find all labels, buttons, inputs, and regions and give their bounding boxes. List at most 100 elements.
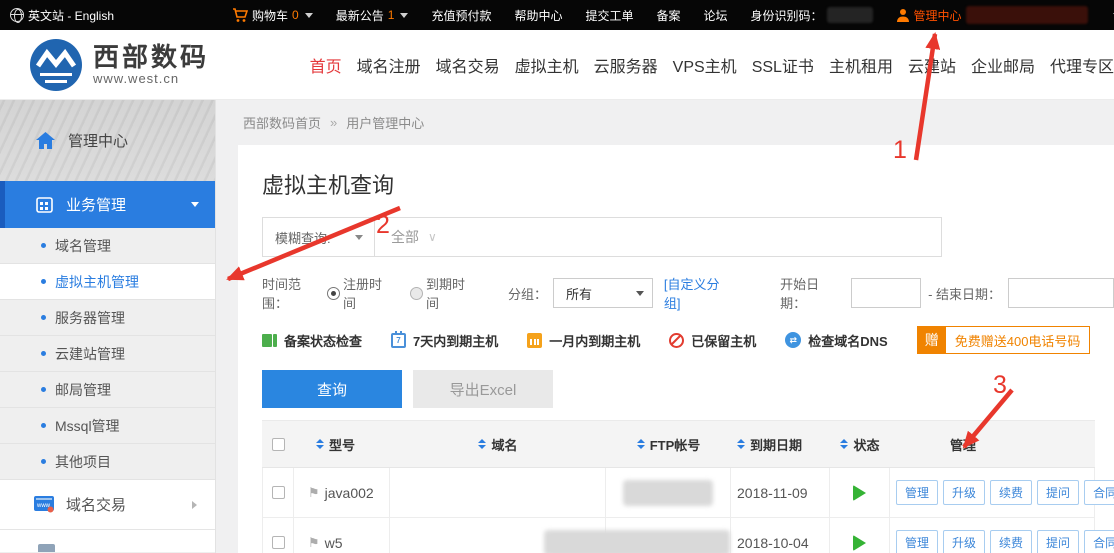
- nav-home[interactable]: 首页: [310, 53, 342, 77]
- account-name-masked: [966, 6, 1088, 24]
- globe-icon: [10, 8, 24, 22]
- col-expire[interactable]: 到期日期: [731, 421, 830, 467]
- identity-code: 身份识别码：: [751, 7, 873, 24]
- cart-label: 购物车: [252, 7, 288, 24]
- nav-virtual-host[interactable]: 虚拟主机: [515, 53, 579, 77]
- quick-links-row: 备案状态检查 7 7天内到期主机 一月内到期主机 已保留主机: [262, 326, 1114, 354]
- brand-logo[interactable]: 西部数码 www.west.cn: [30, 39, 209, 91]
- col-ftp[interactable]: FTP帐号: [606, 421, 731, 467]
- notice-menu[interactable]: 最新公告 1: [336, 7, 409, 24]
- sidebar-item-manage-center[interactable]: 管理中心: [0, 100, 215, 181]
- nav-enterprise-mail[interactable]: 企业邮局: [971, 53, 1035, 77]
- calendar-7-icon: 7: [391, 333, 406, 348]
- fuzzy-label: 模糊查询:: [275, 228, 331, 247]
- topbar-link-forum[interactable]: 论坛: [704, 7, 728, 24]
- col-domain[interactable]: 域名: [390, 421, 606, 467]
- ftp-account-masked: [623, 480, 713, 506]
- radio-expire-label[interactable]: 到期时间: [426, 274, 478, 312]
- select-all-checkbox[interactable]: [272, 438, 285, 451]
- ask-button[interactable]: 提问: [1037, 480, 1079, 505]
- user-icon: [896, 8, 910, 22]
- expire-month-link[interactable]: 一月内到期主机: [527, 331, 640, 350]
- bullet-icon: [41, 387, 46, 392]
- sort-icon: [840, 439, 848, 449]
- upgrade-button[interactable]: 升级: [943, 530, 985, 553]
- topbar-link-recharge[interactable]: 充值预付款: [431, 7, 491, 24]
- check-dns-link[interactable]: ⇄ 检查域名DNS: [785, 331, 887, 350]
- promo-400-link[interactable]: 赠 免费赠送400电话号码: [917, 326, 1091, 354]
- sidebar-item-business[interactable]: 业务管理: [0, 181, 215, 228]
- sidebar-item-cloud-site-manage[interactable]: 云建站管理: [0, 336, 215, 372]
- cart-menu[interactable]: 购物车 0: [232, 7, 313, 24]
- calendar-orange-icon: [527, 333, 542, 348]
- radio-register-time[interactable]: [327, 287, 340, 300]
- sidebar-item-mssql-manage[interactable]: Mssql管理: [0, 408, 215, 444]
- gift-badge: 赠: [918, 327, 946, 353]
- green-table-icon: [262, 334, 277, 347]
- group-select[interactable]: 所有: [553, 278, 653, 308]
- nav-domain-trade[interactable]: 域名交易: [436, 53, 500, 77]
- sidebar-item-server-manage[interactable]: 服务器管理: [0, 300, 215, 336]
- time-range-label: 时间范围：: [262, 274, 327, 312]
- fuzzy-type-select[interactable]: 模糊查询:: [263, 218, 375, 256]
- radio-register-label[interactable]: 注册时间: [343, 274, 395, 312]
- status-running-icon: [853, 485, 866, 501]
- end-date-label: - 结束日期：: [928, 284, 1001, 303]
- query-button[interactable]: 查询: [262, 370, 402, 408]
- upgrade-button[interactable]: 升级: [943, 480, 985, 505]
- browser-www-icon: www: [34, 496, 54, 513]
- row-checkbox[interactable]: [272, 486, 285, 499]
- topbar-link-icp[interactable]: 备案: [656, 7, 680, 24]
- breadcrumb-home[interactable]: 西部数码首页: [243, 113, 321, 132]
- identity-code-masked: [827, 7, 873, 23]
- sidebar-item-label: 业务管理: [66, 194, 126, 215]
- sidebar-item-label: 管理中心: [68, 130, 128, 151]
- nav-cloud-server[interactable]: 云服务器: [594, 53, 658, 77]
- nav-vps[interactable]: VPS主机: [673, 53, 737, 77]
- contract-button[interactable]: 合同: [1084, 530, 1114, 553]
- topbar-link-ticket[interactable]: 提交工单: [585, 7, 633, 24]
- site-header: 西部数码 www.west.cn 首页 域名注册 域名交易 虚拟主机 云服务器 …: [0, 30, 1114, 100]
- start-date-label: 开始日期：: [780, 274, 845, 312]
- manage-center-menu[interactable]: 管理中心: [896, 6, 1088, 24]
- ask-button[interactable]: 提问: [1037, 530, 1079, 553]
- manage-button[interactable]: 管理: [896, 480, 938, 505]
- expire-date: 2018-11-09: [731, 468, 830, 518]
- reserved-hosts-link[interactable]: 已保留主机: [669, 331, 756, 350]
- expire-7days-link[interactable]: 7 7天内到期主机: [391, 331, 498, 350]
- start-date-input[interactable]: [851, 278, 921, 308]
- nav-cloud-site[interactable]: 云建站: [908, 53, 956, 77]
- custom-group-link[interactable]: [自定义分组]: [664, 274, 736, 312]
- nav-domain-register[interactable]: 域名注册: [357, 53, 421, 77]
- col-status[interactable]: 状态: [830, 421, 890, 467]
- contract-button[interactable]: 合同: [1084, 480, 1114, 505]
- nav-agent-zone[interactable]: 代理专区: [1050, 53, 1114, 77]
- sidebar-item-virtual-host-manage[interactable]: 虚拟主机管理: [0, 264, 215, 300]
- end-date-input[interactable]: [1008, 278, 1114, 308]
- sidebar-item-domain-trade[interactable]: www 域名交易: [0, 480, 215, 530]
- nav-ssl[interactable]: SSL证书: [752, 53, 814, 77]
- icp-status-check-link[interactable]: 备案状态检查: [262, 331, 362, 350]
- chevron-down-icon: [191, 202, 199, 207]
- fuzzy-value-select[interactable]: 全部 ∨: [375, 227, 437, 247]
- nav-host-rent[interactable]: 主机租用: [829, 53, 893, 77]
- sidebar-item-label: 域名管理: [55, 236, 111, 256]
- flag-icon: ⚑: [308, 485, 320, 501]
- language-switch[interactable]: 英文站 - English: [10, 7, 114, 24]
- topbar-link-help[interactable]: 帮助中心: [514, 7, 562, 24]
- row-checkbox[interactable]: [272, 536, 285, 549]
- sidebar-item-mail-manage[interactable]: 邮局管理: [0, 372, 215, 408]
- query-panel: 虚拟主机查询 模糊查询: 全部 ∨ 时间范围： 注册时间: [238, 145, 1114, 553]
- renew-button[interactable]: 续费: [990, 530, 1032, 553]
- language-label: 英文站 - English: [28, 7, 114, 24]
- col-model[interactable]: 型号: [294, 421, 390, 467]
- renew-button[interactable]: 续费: [990, 480, 1032, 505]
- export-excel-button[interactable]: 导出Excel: [413, 370, 553, 408]
- group-select-value: 所有: [566, 284, 592, 303]
- manage-button[interactable]: 管理: [896, 530, 938, 553]
- sidebar-item-domain-manage[interactable]: 域名管理: [0, 228, 215, 264]
- topbar: 英文站 - English 购物车 0 最新公告 1 充值预付款 帮助中心 提交…: [0, 0, 1114, 30]
- sidebar-item-other-projects[interactable]: 其他项目: [0, 444, 215, 480]
- sort-icon: [737, 439, 745, 449]
- radio-expire-time[interactable]: [410, 287, 423, 300]
